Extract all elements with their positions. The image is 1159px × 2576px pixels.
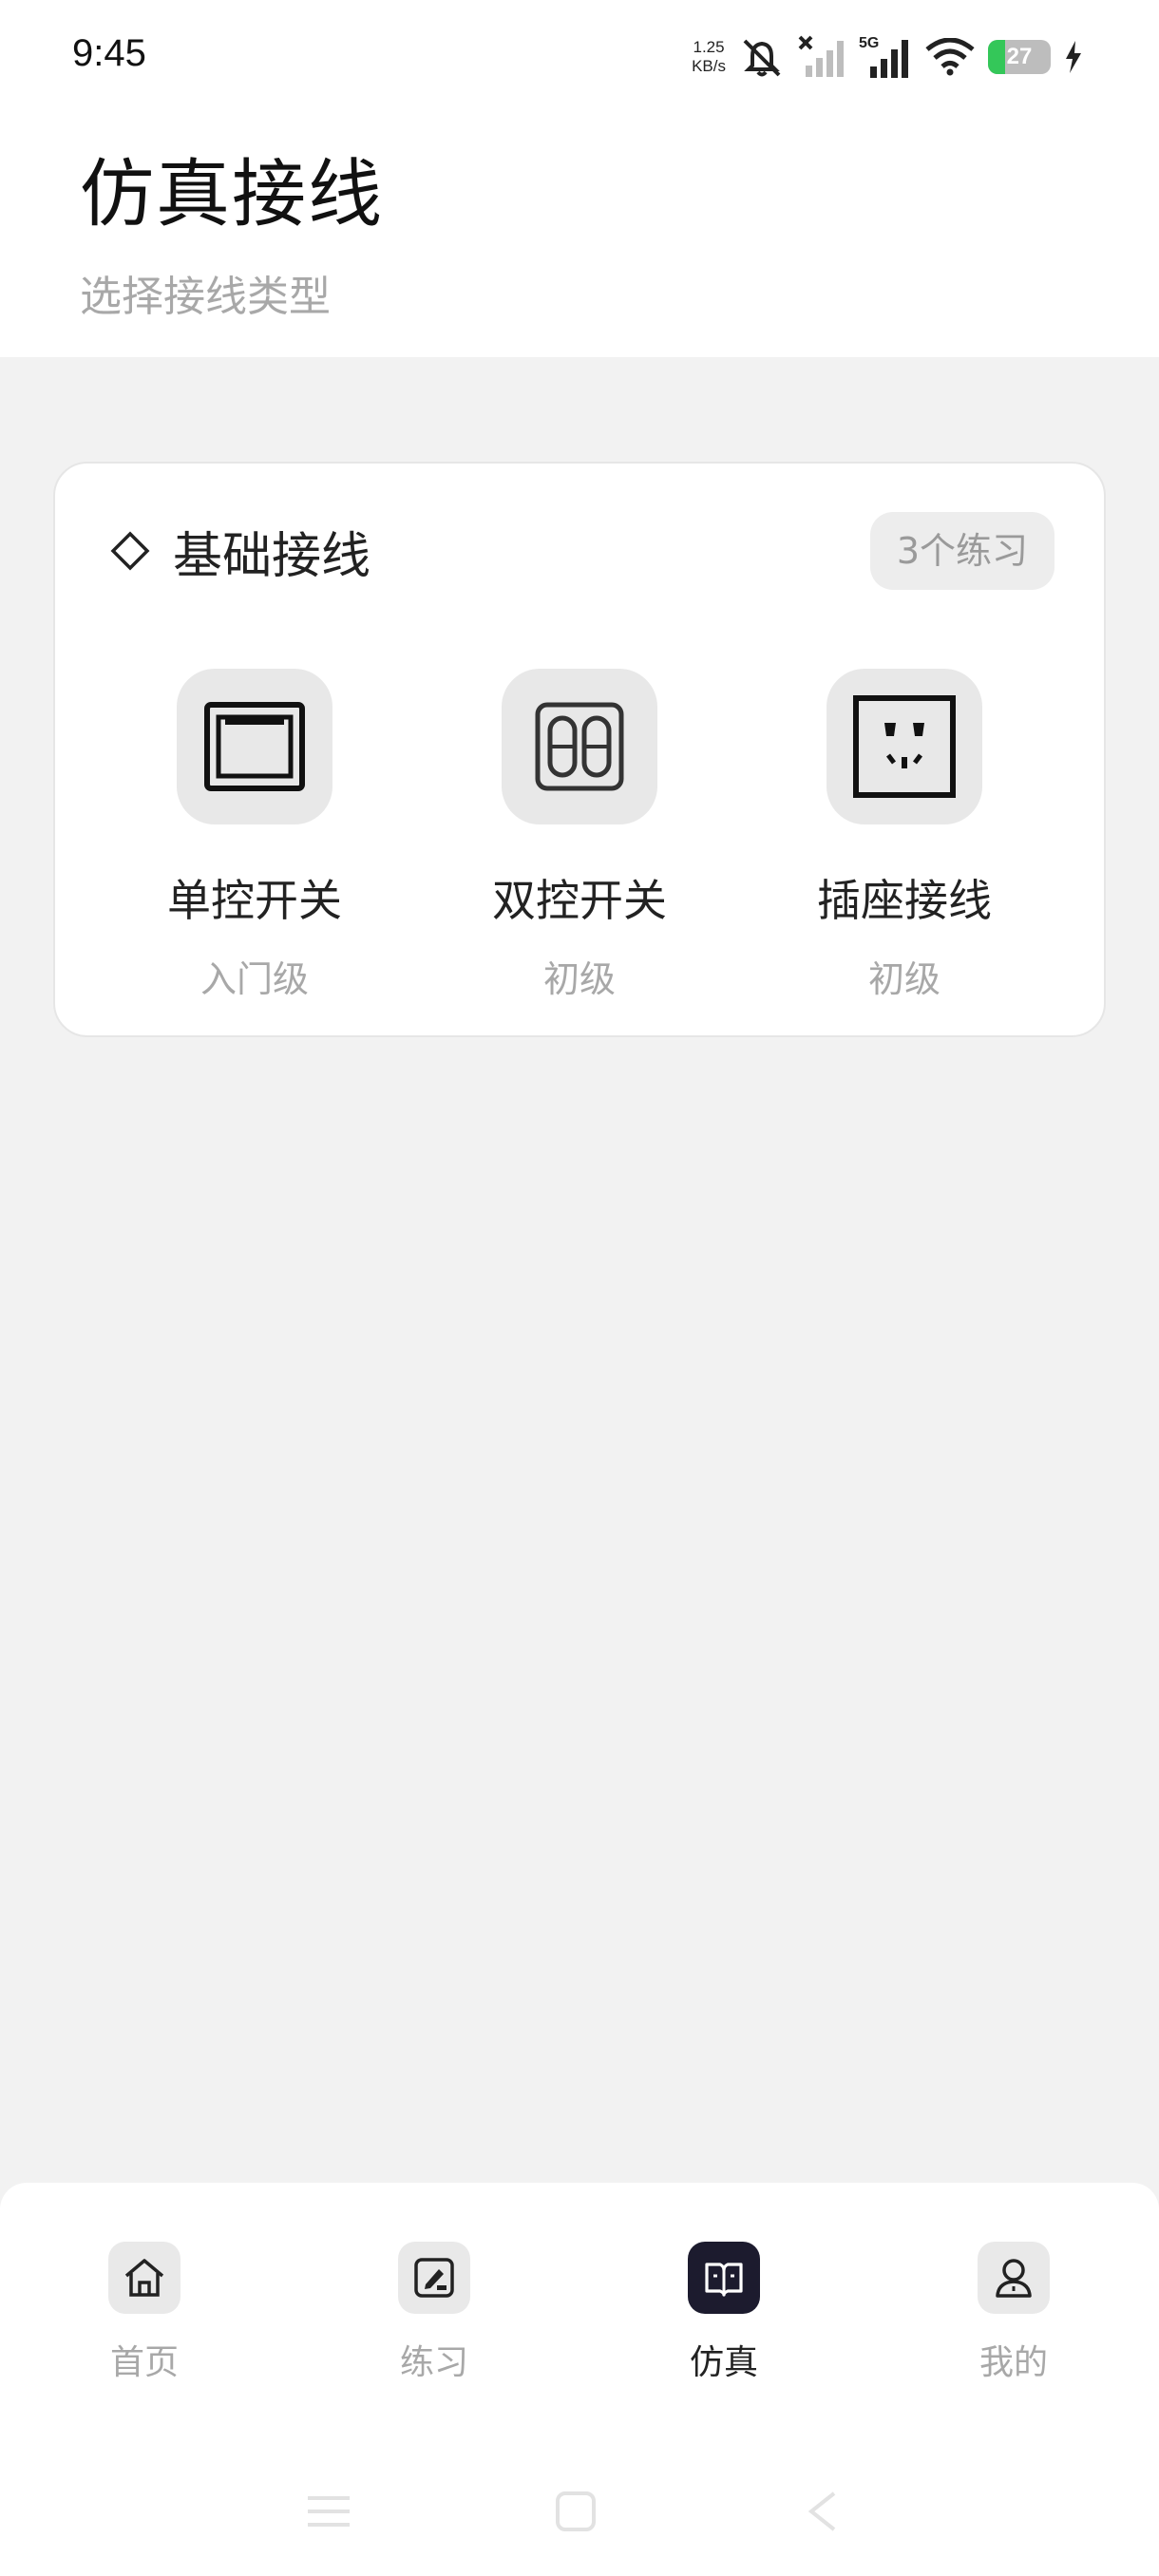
- socket-icon-box: [826, 669, 982, 824]
- net-speed-value: 1.25: [693, 38, 725, 56]
- wiring-item-single-switch[interactable]: 单控开关 入门级: [150, 669, 359, 1002]
- nav-label: 练习: [399, 2343, 468, 2382]
- nav-item-practice[interactable]: 练习: [339, 2242, 529, 2384]
- wiring-item-level: 入门级: [200, 958, 309, 1000]
- wiring-item-double-switch[interactable]: 双控开关 初级: [475, 669, 684, 1002]
- home-icon: [108, 2242, 180, 2314]
- signal-no-service-icon: [798, 35, 846, 79]
- nav-item-simulation[interactable]: 仿真: [629, 2242, 819, 2384]
- basic-wiring-card: 基础接线 3个练习 单控开关 入门级 双控开关 初级 插座接线 初级: [53, 462, 1106, 1037]
- wiring-item-name: 单控开关: [167, 875, 342, 926]
- double-switch-icon-box: [502, 669, 657, 824]
- mute-bell-icon: [739, 35, 785, 79]
- page-subtitle: 选择接线类型: [80, 273, 331, 321]
- card-header-left: 基础接线: [110, 516, 370, 587]
- system-nav-bar: [0, 2470, 1159, 2555]
- nav-item-home[interactable]: 首页: [49, 2242, 239, 2384]
- exercise-count-badge: 3个练习: [869, 512, 1054, 590]
- wiring-item-level: 初级: [867, 958, 940, 1000]
- wiring-item-socket[interactable]: 插座接线 初级: [800, 669, 1009, 1002]
- nav-label: 我的: [978, 2343, 1048, 2382]
- back-chevron-icon[interactable]: [806, 2491, 838, 2532]
- page-title: 仿真接线: [80, 152, 385, 237]
- single-switch-icon-box: [177, 669, 332, 824]
- profile-user-icon: [978, 2242, 1050, 2314]
- simulation-book-icon: [688, 2242, 760, 2314]
- charging-bolt-icon: [1064, 41, 1083, 73]
- menu-lines-icon[interactable]: [306, 2491, 352, 2532]
- wiring-item-name: 插座接线: [817, 875, 992, 926]
- status-bar: 9:45 1.25 KB/s 5G 27: [0, 0, 1159, 114]
- net-speed-unit: KB/s: [692, 57, 726, 75]
- section-title: 基础接线: [173, 527, 371, 585]
- signal-5g-icon: 5G: [859, 34, 912, 80]
- nav-item-profile[interactable]: 我的: [919, 2242, 1109, 2384]
- net-speed: 1.25 KB/s: [692, 38, 726, 76]
- home-square-icon[interactable]: [555, 2491, 597, 2532]
- socket-icon: [853, 695, 956, 798]
- double-switch-icon: [535, 702, 624, 791]
- network-type-label: 5G: [859, 35, 879, 51]
- wiring-item-level: 初级: [542, 958, 616, 1000]
- wiring-items: 单控开关 入门级 双控开关 初级 插座接线 初级: [55, 669, 1104, 1002]
- practice-edit-icon: [398, 2242, 470, 2314]
- diamond-outline-icon: [110, 531, 150, 571]
- battery-level: 27: [1006, 44, 1033, 69]
- status-time: 9:45: [72, 32, 146, 74]
- status-icons: 1.25 KB/s 5G 27: [692, 30, 1083, 84]
- card-header: 基础接线 3个练习: [110, 511, 1054, 591]
- single-switch-icon: [204, 702, 305, 791]
- nav-label: 首页: [109, 2343, 179, 2382]
- wiring-item-name: 双控开关: [492, 875, 667, 926]
- battery-fill: [988, 40, 1005, 74]
- wifi-icon: [925, 38, 975, 76]
- battery-icon: 27: [988, 40, 1051, 74]
- nav-label: 仿真: [689, 2343, 758, 2382]
